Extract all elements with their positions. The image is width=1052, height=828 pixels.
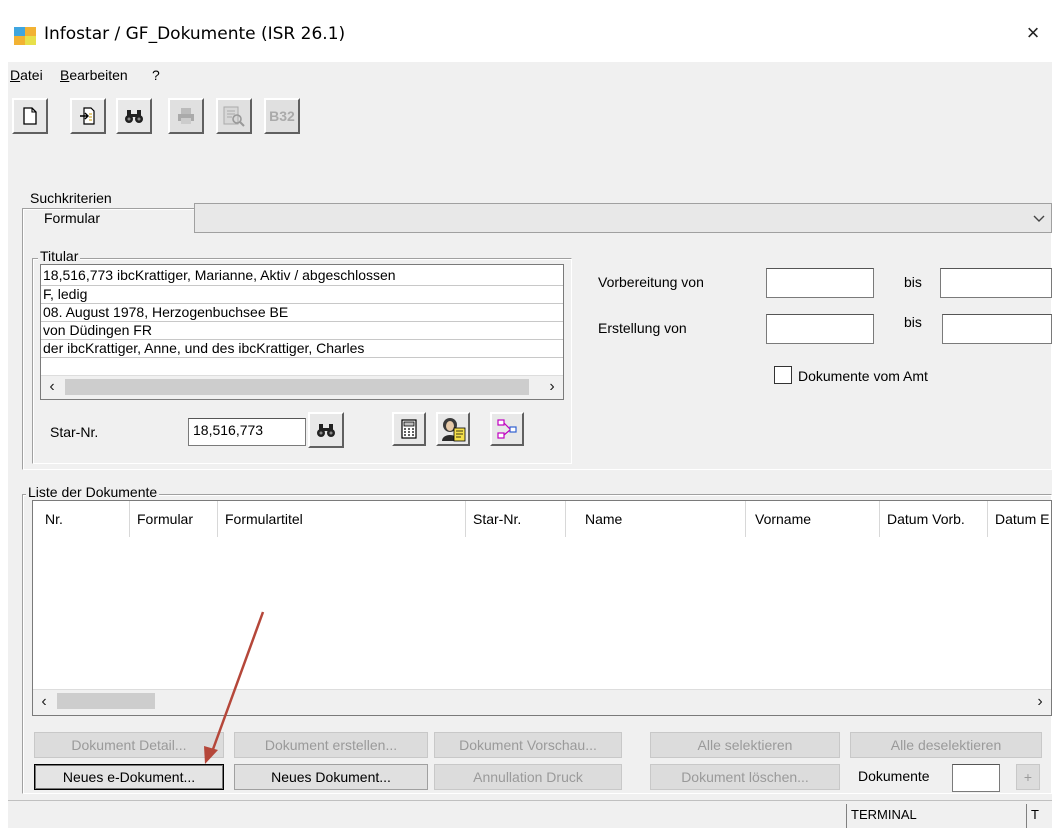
column-separator — [217, 501, 218, 537]
titular-legend: Titular — [38, 248, 81, 264]
print-button[interactable] — [168, 98, 204, 134]
column-separator — [987, 501, 988, 537]
scroll-left-icon[interactable]: ‹ — [41, 376, 63, 399]
vorbereitung-bis-label: bis — [904, 274, 922, 290]
window-client: Datei Bearbeiten ? B32 Suchkriterien For… — [8, 62, 1052, 828]
list-scrollbar[interactable]: ‹ › — [33, 689, 1051, 715]
menu-datei-label: atei — [20, 67, 43, 83]
scroll-right-icon[interactable]: › — [541, 376, 563, 399]
print-preview-icon — [223, 106, 245, 127]
scroll-thumb[interactable] — [65, 379, 529, 395]
scroll-left-icon[interactable]: ‹ — [33, 690, 55, 715]
close-button[interactable]: × — [1018, 18, 1048, 48]
person-card-button[interactable] — [436, 412, 470, 446]
app-icon — [14, 27, 36, 45]
import-icon — [80, 107, 95, 125]
print-preview-button[interactable] — [216, 98, 252, 134]
person-card-icon — [442, 418, 466, 442]
annullation-print-button[interactable]: Annullation Druck — [434, 764, 622, 790]
formular-combo[interactable] — [194, 203, 1052, 233]
vorbereitung-label: Vorbereitung von — [598, 274, 704, 290]
column-header-star-nr[interactable]: Star-Nr. — [473, 511, 521, 527]
status-terminal: TERMINAL — [846, 804, 1026, 828]
calculator-button[interactable] — [392, 412, 426, 446]
binoculars-icon — [317, 424, 335, 437]
toolbar: B32 — [8, 90, 1052, 142]
menu-help[interactable]: ? — [152, 67, 160, 83]
titular-separator — [41, 357, 563, 358]
import-button[interactable] — [70, 98, 106, 134]
document-preview-button[interactable]: Dokument Vorschau... — [434, 732, 622, 758]
network-icon — [497, 419, 517, 439]
column-header-vorname[interactable]: Vorname — [755, 511, 811, 527]
chevron-down-icon — [1033, 215, 1045, 222]
titular-line: von Düdingen FR — [43, 322, 152, 338]
status-t: T — [1026, 804, 1052, 828]
column-separator — [745, 501, 746, 537]
column-header-formular[interactable]: Formular — [137, 511, 193, 527]
titular-separator — [41, 285, 563, 286]
erstellung-from-field[interactable] — [766, 314, 874, 344]
column-header-datum-e[interactable]: Datum E — [995, 511, 1049, 527]
scroll-right-icon[interactable]: › — [1029, 690, 1051, 715]
column-separator — [565, 501, 566, 537]
document-table[interactable]: Nr. Formular Formulartitel Star-Nr. Name… — [32, 500, 1052, 716]
menu-bearbeiten-mnemonic: B — [60, 67, 70, 83]
vom-amt-checkbox[interactable] — [774, 366, 792, 384]
titular-line: der ibcKrattiger, Anne, und des ibcKratt… — [43, 340, 365, 356]
column-header-formulartitel[interactable]: Formulartitel — [225, 511, 303, 527]
calculator-icon — [401, 419, 417, 439]
dokumente-count-label: Dokumente — [858, 768, 930, 784]
search-button[interactable] — [116, 98, 152, 134]
new-button[interactable] — [12, 98, 48, 134]
network-button[interactable] — [490, 412, 524, 446]
create-document-button[interactable]: Dokument erstellen... — [234, 732, 428, 758]
new-document-button[interactable]: Neues Dokument... — [234, 764, 428, 790]
menu-datei-mnemonic: D — [10, 67, 21, 83]
select-all-button[interactable]: Alle selektieren — [650, 732, 840, 758]
column-header-nr[interactable]: Nr. — [45, 511, 63, 527]
titular-line: 08. August 1978, Herzogenbuchsee BE — [43, 304, 289, 320]
document-detail-button[interactable]: Dokument Detail... — [34, 732, 224, 758]
erstellung-to-field[interactable] — [942, 314, 1052, 344]
b32-button[interactable]: B32 — [264, 98, 300, 134]
vorbereitung-to-field[interactable] — [940, 268, 1052, 298]
titular-line: 18,516,773 ibcKrattiger, Marianne, Aktiv… — [43, 267, 396, 283]
column-separator — [465, 501, 466, 537]
erstellung-label: Erstellung von — [598, 320, 687, 336]
delete-document-button[interactable]: Dokument löschen... — [650, 764, 840, 790]
titular-line: F, ledig — [43, 286, 88, 302]
vorbereitung-from-field[interactable] — [766, 268, 874, 298]
binoculars-icon — [125, 110, 143, 123]
printer-icon — [178, 108, 194, 124]
status-bar: TERMINAL T — [8, 800, 1052, 828]
menu-datei[interactable]: Datei — [10, 67, 43, 83]
formular-label: Formular — [44, 210, 101, 226]
menu-bar: Datei Bearbeiten ? — [8, 62, 1052, 88]
new-e-document-button[interactable]: Neues e-Dokument... — [34, 764, 224, 790]
new-document-icon — [23, 107, 37, 125]
star-nr-field[interactable]: 18,516,773 — [188, 418, 306, 446]
titular-scrollbar[interactable]: ‹ › — [41, 375, 563, 399]
column-header-name[interactable]: Name — [585, 511, 622, 527]
column-separator — [879, 501, 880, 537]
star-nr-label: Star-Nr. — [50, 424, 99, 440]
titular-box[interactable]: 18,516,773 ibcKrattiger, Marianne, Aktiv… — [40, 264, 564, 400]
column-header-datum-vorb[interactable]: Datum Vorb. — [887, 511, 965, 527]
menu-bearbeiten[interactable]: Bearbeiten — [60, 67, 128, 83]
menu-bearbeiten-label: earbeiten — [69, 67, 128, 83]
deselect-all-button[interactable]: Alle deselektieren — [850, 732, 1042, 758]
title-bar: Infostar / GF_Dokumente (ISR 26.1) × — [0, 0, 1052, 62]
column-separator — [129, 501, 130, 537]
scroll-thumb[interactable] — [57, 693, 155, 709]
document-list-legend: Liste der Dokumente — [26, 484, 160, 500]
erstellung-bis-label: bis — [904, 314, 922, 330]
search-criteria-legend: Suchkriterien — [28, 190, 114, 206]
vom-amt-label: Dokumente vom Amt — [798, 368, 928, 384]
window-title: Infostar / GF_Dokumente (ISR 26.1) — [44, 24, 346, 44]
plus-button[interactable]: + — [1016, 764, 1040, 790]
dokumente-count-field[interactable] — [952, 764, 1000, 792]
star-search-button[interactable] — [308, 412, 344, 448]
